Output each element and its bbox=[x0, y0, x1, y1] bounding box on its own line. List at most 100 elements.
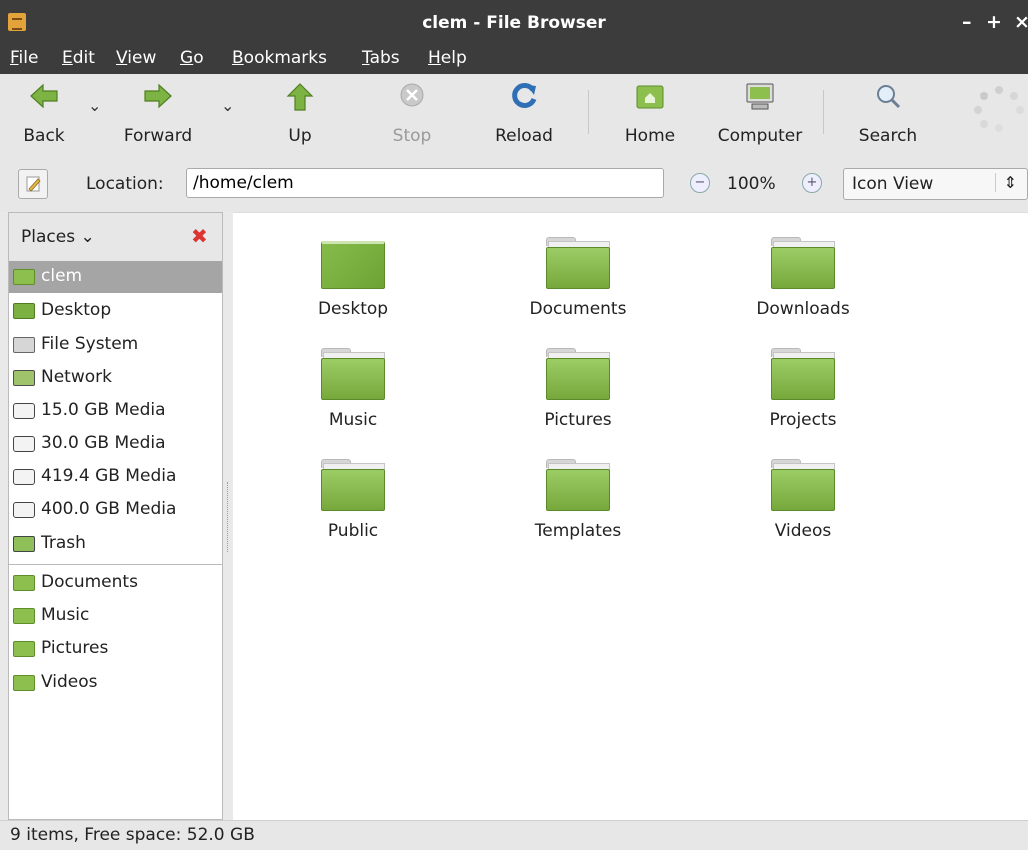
file-item-documents[interactable]: Documents bbox=[478, 227, 678, 327]
computer-button[interactable]: Computer bbox=[710, 80, 810, 150]
menu-mnemonic: E bbox=[62, 48, 73, 68]
maximize-button[interactable]: + bbox=[986, 11, 1002, 33]
folder-icon bbox=[771, 459, 835, 513]
close-sidebar-icon[interactable]: ✖ bbox=[191, 224, 208, 248]
back-history-chevron-icon[interactable]: ⌄ bbox=[88, 96, 101, 115]
forward-history-chevron-icon[interactable]: ⌄ bbox=[221, 96, 234, 115]
menu-view[interactable]: View bbox=[116, 48, 156, 68]
menu-file[interactable]: File bbox=[10, 48, 38, 68]
menu-mnemonic: H bbox=[428, 48, 441, 68]
back-label: Back bbox=[23, 126, 65, 146]
zoom-out-icon[interactable]: − bbox=[690, 173, 710, 193]
zoom-level: 100% bbox=[727, 174, 776, 194]
menu-bar: File Edit View Go Bookmarks Tabs Help bbox=[0, 46, 1028, 74]
back-button[interactable]: Back bbox=[4, 80, 84, 150]
view-mode-select[interactable]: Icon View ⇕ bbox=[843, 168, 1028, 200]
sidebar-item-media-1[interactable]: 15.0 GB Media bbox=[9, 395, 222, 427]
back-arrow-icon bbox=[30, 83, 58, 109]
minimize-button[interactable]: – bbox=[962, 11, 972, 33]
zoom-in-icon[interactable]: + bbox=[802, 173, 822, 193]
sidebar-item-trash[interactable]: Trash bbox=[9, 528, 222, 560]
home-button[interactable]: Home bbox=[610, 80, 690, 150]
sidebar-item-music[interactable]: Music bbox=[9, 600, 222, 632]
reload-button[interactable]: Reload bbox=[484, 80, 564, 150]
window-title: clem - File Browser bbox=[422, 13, 606, 33]
sidebar-item-label: Documents bbox=[41, 572, 138, 592]
desktop-folder-icon bbox=[321, 237, 385, 291]
file-item-downloads[interactable]: Downloads bbox=[703, 227, 903, 327]
sidebar-item-media-3[interactable]: 419.4 GB Media bbox=[9, 461, 222, 493]
file-item-label: Desktop bbox=[317, 299, 389, 319]
forward-button[interactable]: Forward bbox=[118, 80, 198, 150]
sidebar-item-label: File System bbox=[41, 334, 139, 354]
sidebar-item-file-system[interactable]: File System bbox=[9, 329, 222, 361]
folder-icon bbox=[321, 459, 385, 513]
places-label: Places bbox=[21, 227, 76, 247]
filesystem-icon bbox=[13, 337, 35, 353]
sidebar-item-label: 30.0 GB Media bbox=[41, 433, 166, 453]
close-button[interactable]: × bbox=[1014, 11, 1028, 33]
drive-icon bbox=[13, 403, 35, 419]
menu-edit[interactable]: Edit bbox=[62, 48, 95, 68]
file-item-label: Pictures bbox=[544, 410, 612, 430]
sidebar-item-network[interactable]: Network bbox=[9, 362, 222, 394]
drive-icon bbox=[13, 469, 35, 485]
forward-arrow-icon bbox=[144, 83, 172, 109]
reload-label: Reload bbox=[495, 126, 553, 146]
folder-icon bbox=[13, 575, 35, 591]
location-bar: Location: − 100% + Icon View ⇕ bbox=[0, 158, 1028, 212]
sidebar-item-pictures[interactable]: Pictures bbox=[9, 633, 222, 665]
file-item-pictures[interactable]: Pictures bbox=[478, 338, 678, 438]
menu-label: o bbox=[193, 48, 204, 68]
toolbar: Back ⌄ Forward ⌄ Up Stop Reload Home Com… bbox=[0, 74, 1028, 159]
sidebar-item-clem[interactable]: clem bbox=[9, 261, 222, 293]
stop-button[interactable]: Stop bbox=[372, 80, 452, 150]
menu-help[interactable]: Help bbox=[428, 48, 467, 68]
menu-mnemonic: T bbox=[362, 48, 370, 68]
sidebar-header: Places ⌄ ✖ bbox=[9, 213, 222, 261]
sidebar-item-label: Desktop bbox=[41, 300, 112, 320]
pane-splitter[interactable] bbox=[225, 212, 231, 820]
chevron-down-icon: ⌄ bbox=[80, 227, 95, 247]
sidebar-item-videos[interactable]: Videos bbox=[9, 667, 222, 699]
toggle-location-edit-button[interactable] bbox=[18, 169, 48, 199]
trash-icon bbox=[13, 536, 35, 552]
status-bar: 9 items, Free space: 52.0 GB bbox=[0, 820, 1028, 850]
sidebar-item-media-4[interactable]: 400.0 GB Media bbox=[9, 494, 222, 526]
folder-icon bbox=[13, 675, 35, 691]
up-button[interactable]: Up bbox=[260, 80, 340, 150]
file-item-public[interactable]: Public bbox=[253, 449, 453, 549]
view-mode-value: Icon View bbox=[852, 174, 934, 194]
home-folder-icon bbox=[13, 269, 35, 285]
location-input[interactable] bbox=[186, 168, 664, 198]
sidebar-item-label: Music bbox=[41, 605, 90, 625]
file-item-label: Public bbox=[327, 521, 379, 541]
file-item-label: Downloads bbox=[756, 299, 850, 319]
computer-label: Computer bbox=[717, 126, 803, 146]
forward-label: Forward bbox=[123, 126, 193, 146]
sidebar-item-documents[interactable]: Documents bbox=[9, 567, 222, 599]
sidebar-item-media-2[interactable]: 30.0 GB Media bbox=[9, 428, 222, 460]
menu-tabs[interactable]: Tabs bbox=[362, 48, 400, 68]
file-item-label: Templates bbox=[534, 521, 622, 541]
file-item-music[interactable]: Music bbox=[253, 338, 453, 438]
file-item-projects[interactable]: Projects bbox=[703, 338, 903, 438]
sidebar-item-label: Pictures bbox=[41, 638, 109, 658]
file-item-label: Documents bbox=[529, 299, 627, 319]
up-label: Up bbox=[288, 126, 312, 146]
menu-mnemonic: G bbox=[180, 48, 194, 68]
search-button[interactable]: Search bbox=[848, 80, 928, 150]
folder-icon bbox=[771, 348, 835, 402]
reload-icon bbox=[512, 83, 537, 108]
menu-go[interactable]: Go bbox=[180, 48, 204, 68]
sidebar: Places ⌄ ✖ clem Desktop File System Netw… bbox=[8, 212, 223, 820]
sidebar-item-desktop[interactable]: Desktop bbox=[9, 295, 222, 327]
file-item-videos[interactable]: Videos bbox=[703, 449, 903, 549]
menu-label: elp bbox=[440, 48, 467, 68]
sidebar-item-label: 400.0 GB Media bbox=[41, 499, 177, 519]
file-item-templates[interactable]: Templates bbox=[478, 449, 678, 549]
folder-icon bbox=[321, 348, 385, 402]
file-item-desktop[interactable]: Desktop bbox=[253, 227, 453, 327]
menu-bookmarks[interactable]: Bookmarks bbox=[232, 48, 327, 68]
places-dropdown[interactable]: Places ⌄ bbox=[21, 227, 95, 247]
